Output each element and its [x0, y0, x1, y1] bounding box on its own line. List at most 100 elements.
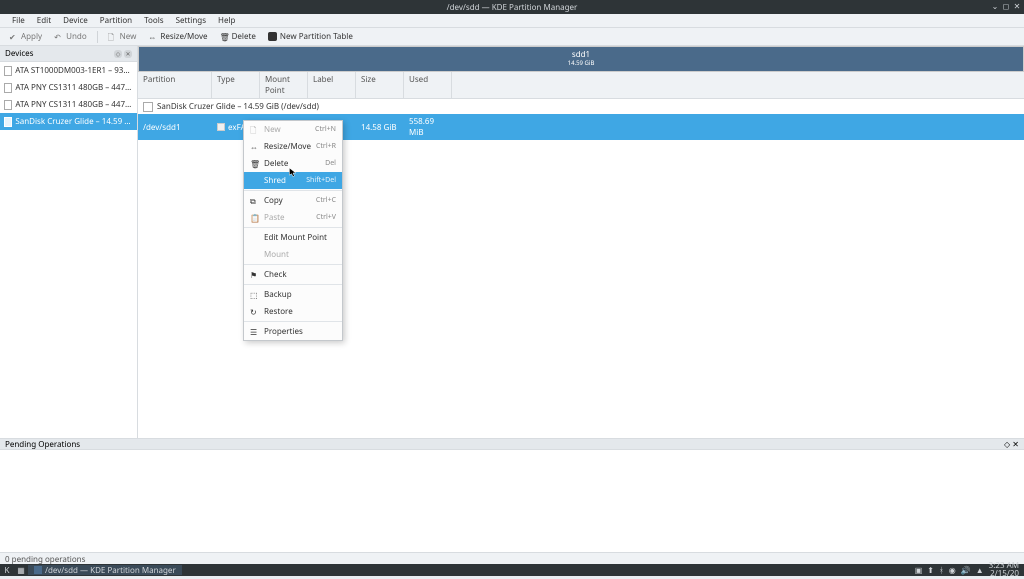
window-close-icon[interactable]: ✕ [1013, 2, 1021, 10]
ctx-new-sc: Ctrl+N [315, 125, 336, 134]
ctx-delete-sc: Del [325, 159, 336, 168]
partition-used: 558.69 MiB [404, 114, 452, 140]
col-size[interactable]: Size [356, 72, 404, 98]
ctx-backup[interactable]: ⬚ Backup [244, 286, 342, 303]
window-titlebar: /dev/sdd — KDE Partition Manager ⌄ ◻ ✕ [0, 0, 1024, 14]
ctx-properties[interactable]: ☰Properties [244, 323, 342, 340]
devices-panel-title: Devices [5, 48, 34, 59]
ctx-editmount-label: Edit Mount Point [264, 232, 336, 243]
disk-graph-size: 14.59 GiB [568, 60, 595, 67]
menu-help[interactable]: Help [212, 15, 241, 26]
device-item[interactable]: ATA ST1000DM003-1ER1 – 931.51 GiB (… [0, 62, 137, 79]
ctx-new-label: New [264, 124, 310, 135]
disk-graph[interactable]: sdd1 14.59 GiB [138, 46, 1024, 72]
partition-table-header: Partition Type Mount Point Label Size Us… [138, 72, 1024, 99]
col-partition[interactable]: Partition [138, 72, 212, 98]
device-item[interactable]: ATA PNY CS1311 480GB – 447.13 GiB (… [0, 79, 137, 96]
kde-start-button[interactable]: K [0, 565, 14, 576]
devices-panel: Devices ◇ ✕ ATA ST1000DM003-1ER1 – 931.5… [0, 46, 138, 438]
toolbar-new-table-button[interactable]: New Partition Table [263, 29, 358, 44]
taskbar: K ▦ /dev/sdd — KDE Partition Manager ▣ ⬆… [0, 564, 1024, 576]
menubar: File Edit Device Partition Tools Setting… [0, 14, 1024, 28]
tray-update-icon[interactable]: ⬆ [927, 565, 934, 576]
tray-bluetooth-icon[interactable]: ᚼ [939, 565, 944, 576]
toolbar-newtable-label: New Partition Table [280, 31, 353, 42]
toolbar: ✔Apply ↶Undo 🗋New ⇔Resize/Move 🗑Delete N… [0, 28, 1024, 46]
toolbar-apply-button[interactable]: ✔Apply [4, 29, 47, 44]
menu-edit[interactable]: Edit [31, 15, 57, 26]
pending-panel [0, 450, 1024, 552]
disk-icon [4, 83, 12, 93]
clock-date: 2/15/20 [989, 570, 1019, 578]
toolbar-undo-button[interactable]: ↶Undo [49, 29, 92, 44]
ctx-restore[interactable]: ↻Restore [244, 303, 342, 320]
col-label[interactable]: Label [308, 72, 356, 98]
device-item[interactable]: ATA PNY CS1311 480GB – 447.13 GiB (… [0, 96, 137, 113]
ctx-paste-sc: Ctrl+V [316, 213, 336, 222]
disk-icon [4, 117, 12, 127]
panel-close-icon[interactable]: ✕ [124, 50, 132, 58]
partition-size: 14.58 GiB [356, 120, 404, 135]
menu-file[interactable]: File [6, 15, 31, 26]
main-area: Devices ◇ ✕ ATA ST1000DM003-1ER1 – 931.5… [0, 46, 1024, 438]
menu-device[interactable]: Device [57, 15, 94, 26]
ctx-copy[interactable]: ⧉CopyCtrl+C [244, 192, 342, 209]
window-minimize-icon[interactable]: ⌄ [991, 2, 999, 10]
devices-list: ATA ST1000DM003-1ER1 – 931.51 GiB (… ATA… [0, 62, 137, 438]
resize-icon: ⇔ [148, 32, 157, 41]
toolbar-undo-label: Undo [66, 31, 87, 42]
ctx-separator [244, 190, 342, 191]
toolbar-new-button[interactable]: 🗋New [103, 29, 142, 44]
toolbar-resize-button[interactable]: ⇔Resize/Move [143, 29, 212, 44]
backup-icon: ⬚ [250, 290, 259, 299]
device-label: ATA ST1000DM003-1ER1 – 931.51 GiB (… [15, 65, 133, 76]
flag-icon: ⚑ [250, 270, 259, 279]
disk-summary-row[interactable]: SanDisk Cruzer Glide – 14.59 GiB (/dev/s… [138, 99, 1024, 114]
ctx-separator [244, 284, 342, 285]
blank-icon [250, 233, 259, 242]
ctx-check[interactable]: ⚑Check [244, 266, 342, 283]
col-mount[interactable]: Mount Point [260, 72, 308, 98]
tray-chevron-icon[interactable]: ▲ [976, 565, 984, 576]
document-new-icon: 🗋 [108, 32, 117, 41]
tray-clipboard-icon[interactable]: ▣ [915, 565, 923, 576]
ctx-separator [244, 264, 342, 265]
tray-volume-icon[interactable]: 🔊 [961, 565, 971, 576]
panel-close-icon[interactable]: ✕ [1012, 439, 1019, 450]
panel-detach-icon[interactable]: ◇ [1004, 439, 1010, 450]
statusbar: 0 pending operations [0, 552, 1024, 564]
check-icon: ✔ [9, 32, 18, 41]
window-maximize-icon[interactable]: ◻ [1002, 2, 1010, 10]
ctx-resize-label: Resize/Move [264, 141, 311, 152]
ctx-resize-sc: Ctrl+R [316, 142, 336, 151]
taskbar-pin-icon[interactable]: ▦ [14, 565, 28, 576]
ctx-resize[interactable]: ⇔Resize/MoveCtrl+R [244, 138, 342, 155]
ctx-edit-mount[interactable]: Edit Mount Point [244, 229, 342, 246]
col-used[interactable]: Used [404, 72, 452, 98]
properties-icon: ☰ [250, 327, 259, 336]
menu-tools[interactable]: Tools [138, 15, 169, 26]
menu-settings[interactable]: Settings [170, 15, 212, 26]
ctx-backup-label: Backup [264, 289, 336, 300]
shred-icon [250, 176, 259, 185]
ctx-separator [244, 227, 342, 228]
tray-wifi-icon[interactable]: ◉ [949, 565, 956, 576]
document-new-icon: 🗋 [250, 125, 259, 134]
panel-detach-icon[interactable]: ◇ [114, 50, 122, 58]
menu-partition[interactable]: Partition [94, 15, 138, 26]
pending-panel-header: Pending Operations ◇ ✕ [0, 438, 1024, 450]
ctx-separator [244, 321, 342, 322]
col-type[interactable]: Type [212, 72, 260, 98]
toolbar-apply-label: Apply [21, 31, 42, 42]
toolbar-delete-button[interactable]: 🗑Delete [215, 29, 261, 44]
window-title: /dev/sdd — KDE Partition Manager [447, 2, 578, 13]
taskbar-task[interactable]: /dev/sdd — KDE Partition Manager [28, 565, 182, 575]
toolbar-resize-label: Resize/Move [160, 31, 207, 42]
blank-icon [250, 250, 259, 259]
mouse-cursor-icon [289, 168, 297, 178]
trash-icon: 🗑 [250, 159, 259, 168]
partition-table-icon [268, 32, 277, 41]
device-item-selected[interactable]: SanDisk Cruzer Glide – 14.59 GiB (/dev… [0, 113, 137, 130]
context-menu: 🗋NewCtrl+N ⇔Resize/MoveCtrl+R 🗑DeleteDel… [243, 120, 343, 341]
disk-icon [4, 66, 12, 76]
